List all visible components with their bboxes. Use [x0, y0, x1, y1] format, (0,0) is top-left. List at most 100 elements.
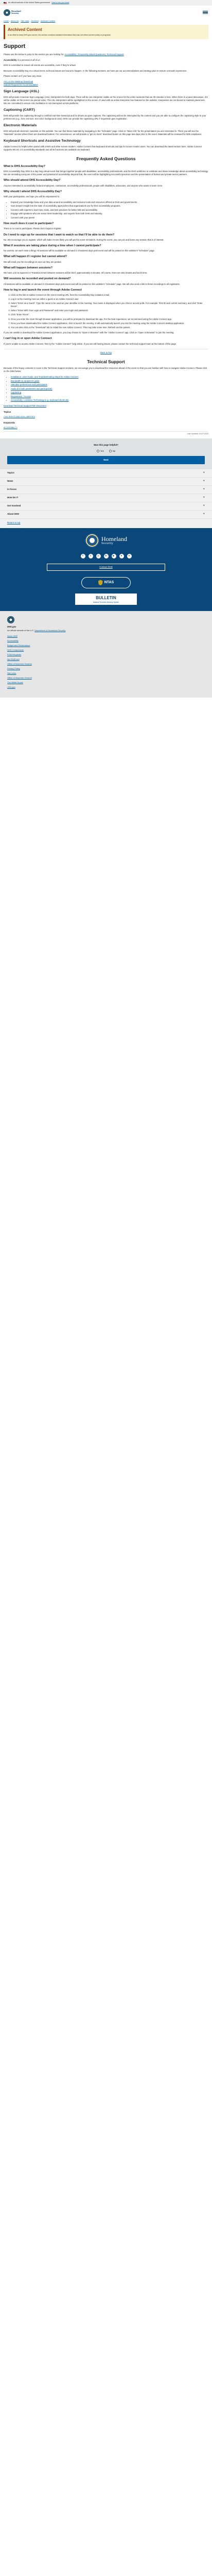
footer-nav-how-do-i[interactable]: How Do I? +: [0, 494, 212, 502]
archive-text: In an effort to keep DHS.gov current, th…: [8, 33, 111, 36]
acl-webinar-link[interactable]: ACL on the Webinar Download: [4, 80, 33, 83]
faq-question: Do I need to sign up for sessions that I…: [4, 233, 115, 236]
ntas-bulletin[interactable]: BULLETIN National Terrorism Advisory Sys…: [75, 593, 137, 605]
dhs-seal-icon: [4, 9, 10, 16]
breadcrumb-site-links[interactable]: Site Links: [21, 20, 29, 22]
tech-link[interactable]: Installation, User Guide, and Troublesho…: [11, 376, 79, 378]
dhs-seal-icon: [85, 533, 99, 548]
email-icon[interactable]: ✉: [127, 553, 132, 558]
footer-nav: Topics + News + In Focus + How Do I? + Get I…: [0, 469, 212, 528]
breadcrumb-archived-content[interactable]: Archived Content: [41, 20, 55, 22]
logo-line2: Security: [11, 12, 19, 14]
faq-answer: With your participation, we hope you wil…: [4, 195, 60, 198]
keywords-block: Keywords ACCESSIBILITY: [4, 421, 208, 429]
footer-nav-in-focus[interactable]: In Focus +: [0, 486, 212, 494]
plus-icon: +: [203, 487, 205, 491]
tech-download-link[interactable]: Download Technical Support PDF Document: [4, 404, 46, 407]
breadcrumb-about[interactable]: About Us: [11, 20, 19, 22]
return-to-top-link[interactable]: Return to top: [0, 519, 212, 528]
footer-nav-about-dhs[interactable]: About DHS +: [0, 511, 212, 519]
list-item: Bandwidth & equipment guide: [11, 380, 208, 383]
feedback-no-option[interactable]: No: [109, 450, 115, 453]
hamburger-menu-icon[interactable]: [202, 10, 208, 15]
footer-link[interactable]: Office of Inspector General: [7, 663, 32, 665]
footer-link[interactable]: FOIA Requests: [7, 653, 21, 656]
footer-main: Homeland Security f t ◎ in ▶ ● ✉ Contact…: [0, 528, 212, 612]
intro-paragraph-4: Because Accessibility Day is a virtual e…: [4, 69, 187, 72]
footer-nav-news[interactable]: News +: [0, 478, 212, 486]
tech-intro: Because of the heavy contents to cover i…: [4, 367, 207, 373]
footer-link[interactable]: USA.gov: [7, 686, 15, 688]
faq-question: How to log in and launch the event throu…: [4, 288, 82, 292]
footer-link[interactable]: DHS Components: [7, 649, 24, 651]
tech-link[interactable]: Audio (for both presenters and participa…: [11, 387, 52, 390]
breadcrumb-home[interactable]: Home: [4, 20, 9, 22]
ntas-badge[interactable]: NTAS: [81, 577, 131, 588]
dhs-logo[interactable]: Homeland Security: [4, 9, 21, 16]
footer-link[interactable]: Accessibility: [7, 639, 19, 642]
intro-paragraph-1: Please use the below to jump to the sect…: [4, 53, 208, 56]
breadcrumb-archived[interactable]: Archived: [31, 20, 38, 22]
intro-p2-rest: is a personal: [16, 58, 30, 61]
footer-nav-get-involved[interactable]: Get Involved +: [0, 502, 212, 511]
topic-tag[interactable]: CIVIL RIGHTS AND CIVIL LIBERTIES: [4, 416, 35, 418]
ntas-shield-icon: [98, 580, 103, 586]
footer-link[interactable]: Office of Inspector General: [7, 676, 32, 679]
feedback-next-button[interactable]: Next: [7, 455, 205, 464]
instagram-icon[interactable]: ◎: [96, 553, 101, 558]
dhs-link[interactable]: Department of Homeland Security: [34, 629, 65, 632]
footer-link[interactable]: No FEAR Act: [7, 658, 20, 660]
facebook-icon[interactable]: f: [80, 553, 85, 558]
how-you-know-link[interactable]: Here's how you know: [51, 2, 69, 4]
keyword-tag[interactable]: ACCESSIBILITY: [4, 427, 17, 429]
asl-heading: Sign Language (ASL): [4, 90, 39, 94]
gov-banner: An official website of the United States…: [0, 0, 212, 6]
footer-link[interactable]: About DHS: [7, 635, 17, 637]
no-radio[interactable]: [109, 450, 112, 453]
twitter-icon[interactable]: t: [88, 553, 93, 558]
social-links: f t ◎ in ▶ ● ✉: [7, 553, 205, 558]
faq-answer: No. We encourage you to register, which …: [4, 238, 164, 241]
bulletin-subtitle: National Terrorism Advisory System: [93, 601, 119, 603]
footer-nav-topics[interactable]: Topics +: [0, 469, 212, 478]
jump-links[interactable]: Accessibility | Frequently Asked Questio…: [65, 53, 124, 56]
flickr-icon[interactable]: ●: [119, 553, 124, 558]
asl-text: DHS will provide American Sign Language …: [4, 96, 208, 105]
cart-text: DHS will provide live captioning through…: [4, 114, 206, 121]
faq-question: How much does it cost to participate?: [4, 222, 54, 226]
footer-link[interactable]: Privacy Policy: [7, 667, 20, 670]
back-to-top-link[interactable]: Back to Top: [100, 351, 112, 354]
feedback-question: Was this page helpful?: [94, 444, 118, 447]
step-item: Once you enter the room through browser …: [11, 318, 208, 321]
tech-link[interactable]: Accessibility / Assistive Technology (e.…: [11, 399, 68, 401]
step-item: Select "Enter With Your Login and Passwo…: [11, 309, 208, 312]
faq-answer: No worries, we won't miss a thing! All s…: [4, 249, 155, 252]
tech-link[interactable]: Attendee preferences and participants: [11, 383, 47, 386]
contact-dhs-button[interactable]: Contact DHS: [46, 563, 166, 571]
feedback-yes-option[interactable]: Yes: [96, 450, 104, 453]
yes-radio[interactable]: [96, 450, 99, 453]
tech-download-para: Download Technical Support PDF Document: [4, 404, 208, 408]
tech-link[interactable]: Registration / Access: [11, 395, 31, 398]
page-title: Support: [4, 43, 26, 50]
accommodation-request-link[interactable]: Submit Request for Accommodation: [4, 83, 38, 86]
youtube-icon[interactable]: ▶: [111, 553, 116, 558]
bulletin-title: BULLETIN: [96, 595, 116, 600]
keyboard-heading: Keyboard Shortcuts and Assistive Technol…: [4, 139, 81, 143]
faq-question: Who should attend DHS Accessibility Day?: [4, 179, 61, 182]
faq-question: I can't log in or open Adobe Connect: [4, 337, 52, 341]
footer-sub: DHS.gov An official website of the U.S. …: [0, 611, 212, 698]
footer-logo[interactable]: Homeland Security: [7, 533, 205, 548]
tech-link[interactable]: Captioning: [11, 391, 21, 394]
footer-official: An official website of the U.S. Departme…: [7, 629, 66, 632]
footer-link[interactable]: Budget and Performance: [7, 644, 30, 647]
page: An official website of the United States…: [0, 0, 212, 698]
footer-link[interactable]: The White House: [7, 681, 23, 684]
tech-link[interactable]: Bandwidth & equipment guide: [11, 380, 40, 382]
step-item: Log in to the meeting room as either a g…: [11, 298, 208, 301]
list-item: Connect with experts to learn tips, tric…: [11, 209, 208, 212]
us-flag-icon: [4, 2, 7, 4]
empower-list: Expand your knowledge base and your data…: [11, 201, 208, 219]
linkedin-icon[interactable]: in: [103, 553, 109, 558]
footer-link[interactable]: Site Links: [7, 672, 16, 674]
